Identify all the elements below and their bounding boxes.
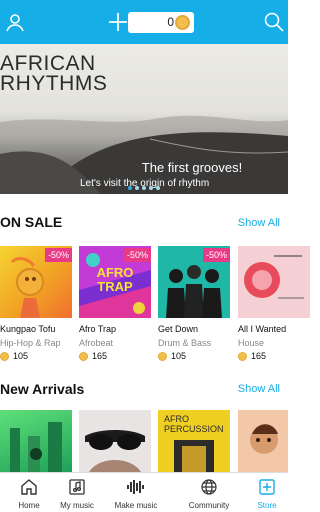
on-sale-title: ON SALE [0, 214, 63, 230]
discount-badge: -50% [44, 248, 72, 262]
pagination-dot[interactable] [135, 186, 139, 190]
store-plus-icon [259, 479, 275, 495]
top-bar: 0 [0, 0, 288, 44]
home-icon [21, 479, 37, 495]
album-art-graphic [174, 440, 214, 472]
pagination-dot[interactable] [128, 186, 132, 190]
add-coins-icon[interactable] [107, 11, 129, 33]
coin-icon [238, 352, 247, 361]
item-name: Afro Trap [79, 324, 117, 334]
album-art-title: AFRO TRAP [96, 265, 134, 294]
discount-badge: -50% [202, 248, 230, 262]
item-price: 105 [13, 351, 29, 361]
pagination-dot[interactable] [149, 186, 153, 190]
album-art: AFRO TRAP -50% [79, 246, 151, 318]
album-art: -50% [0, 246, 72, 318]
nav-label: Community [188, 501, 230, 510]
coin-icon [0, 352, 9, 361]
item-genre: House [238, 338, 265, 348]
nav-community[interactable]: Community [180, 473, 238, 512]
album-art-graphic [85, 430, 145, 472]
nav-label: Store [257, 501, 277, 510]
item-genre: Afrobeat [79, 338, 114, 348]
promo-banner[interactable]: AFRICAN RHYTHMS The first grooves! Let's… [0, 44, 288, 194]
new-arrival-item[interactable] [238, 410, 288, 472]
item-name: All I Wanted [238, 324, 287, 334]
nav-store[interactable]: Store [238, 473, 296, 512]
banner-title-line2: RHYTHMS [0, 72, 108, 95]
search-icon[interactable] [263, 11, 285, 33]
item-genre: Hip-Hop & Rap [0, 338, 61, 348]
new-arrival-item[interactable] [0, 410, 72, 472]
album-art [238, 246, 310, 318]
nav-make-music[interactable]: Make music [107, 473, 165, 512]
item-price: 105 [171, 351, 187, 361]
nav-label: My music [60, 501, 94, 510]
album-art-graphic [10, 422, 62, 472]
profile-icon[interactable] [4, 11, 26, 33]
item-price: 165 [92, 351, 108, 361]
album-art-graphic [244, 255, 304, 299]
discount-badge: -50% [123, 248, 151, 262]
album-art: -50% [158, 246, 230, 318]
coin-amount: 0 [167, 15, 174, 29]
nav-label: Make music [114, 501, 158, 510]
coin-balance[interactable]: 0 [128, 12, 194, 33]
pagination-dot[interactable] [142, 186, 146, 190]
coin-icon [175, 15, 190, 30]
music-note-icon [69, 479, 85, 495]
item-name: Kungpao Tofu [0, 324, 56, 334]
banner-pagination[interactable] [128, 186, 160, 190]
new-arrivals-title: New Arrivals [0, 381, 85, 397]
item-price: 165 [251, 351, 267, 361]
bottom-navigation: Home My music Make music Community Store [0, 472, 288, 512]
new-arrival-item[interactable]: AFRO PERCUSSION [158, 410, 230, 472]
pagination-dot[interactable] [156, 186, 160, 190]
new-arrival-item[interactable] [79, 410, 151, 472]
globe-icon [201, 479, 217, 495]
coin-icon [79, 352, 88, 361]
album-art-graphic [250, 424, 278, 454]
new-arrivals-show-all-link[interactable]: Show All [238, 383, 280, 395]
item-name: Get Down [158, 324, 199, 334]
nav-my-music[interactable]: My music [48, 473, 106, 512]
banner-subtitle: The first grooves! [141, 160, 243, 175]
coin-icon [158, 352, 167, 361]
on-sale-show-all-link[interactable]: Show All [238, 217, 280, 229]
waveform-icon [127, 480, 144, 494]
item-genre: Drum & Bass [158, 338, 212, 348]
